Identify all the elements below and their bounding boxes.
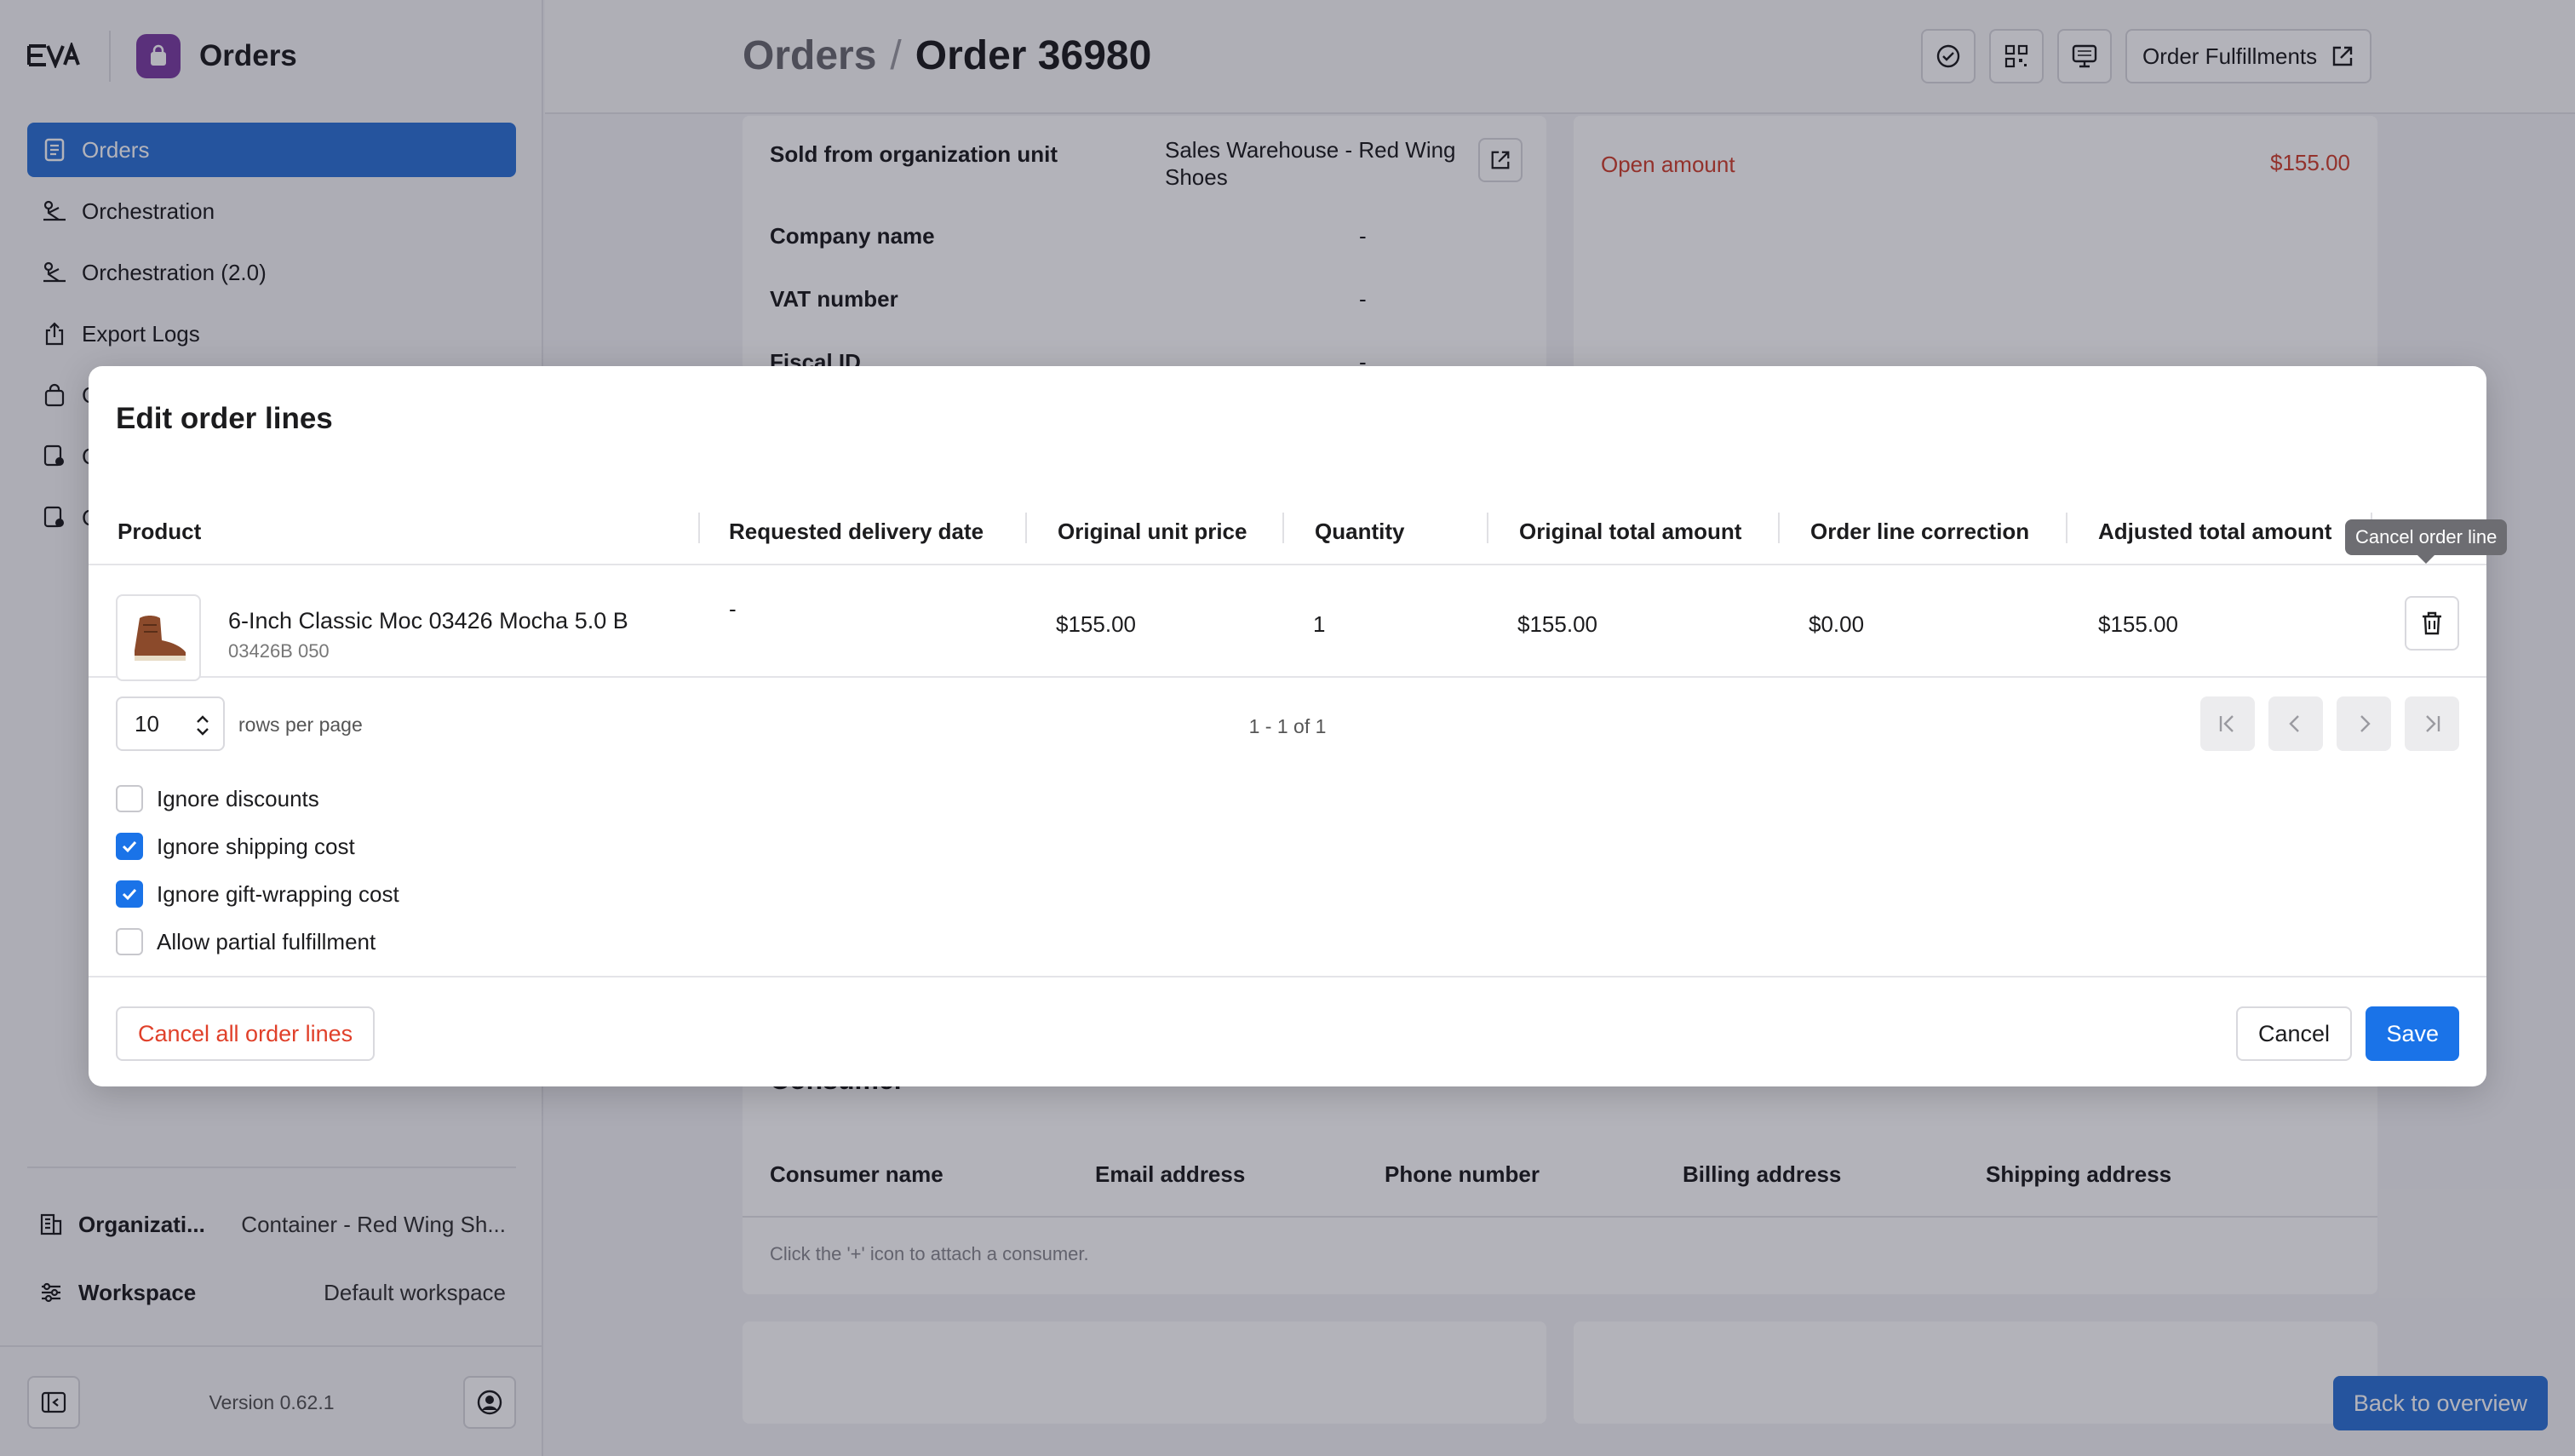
- column-separator: [2066, 513, 2067, 543]
- col-order-line-correction: Order line correction: [1810, 518, 2030, 544]
- ignore-shipping-cost-option[interactable]: Ignore shipping cost: [116, 823, 399, 870]
- boot-icon: [135, 616, 186, 661]
- allow-partial-fulfillment-checkbox[interactable]: [116, 928, 143, 955]
- table-row: 6-Inch Classic Moc 03426 Mocha 5.0 B 034…: [89, 567, 2486, 681]
- options-checkboxes: Ignore discounts Ignore shipping cost Ig…: [116, 775, 399, 966]
- original-unit-price: $155.00: [1056, 611, 1136, 637]
- order-lines-table-header: Product Requested delivery date Original…: [89, 497, 2486, 565]
- trash-icon: [2423, 611, 2441, 635]
- save-button[interactable]: Save: [2366, 1006, 2459, 1061]
- checkbox-label: Ignore shipping cost: [157, 833, 355, 859]
- adjusted-total-amount: $155.00: [2098, 611, 2178, 637]
- ignore-shipping-cost-checkbox[interactable]: [116, 833, 143, 860]
- original-total-amount: $155.00: [1517, 611, 1597, 637]
- column-separator: [1282, 513, 1284, 543]
- pagination-range: 1 - 1 of 1: [1248, 715, 1327, 737]
- quantity-value[interactable]: 1: [1313, 611, 1325, 638]
- col-original-total-amount: Original total amount: [1519, 518, 1742, 544]
- modal-title: Edit order lines: [116, 402, 333, 435]
- column-separator: [1487, 513, 1488, 543]
- col-product: Product: [118, 518, 202, 544]
- pagination: 10 rows per page 1 - 1 of 1: [89, 696, 2486, 758]
- product-sku: 03426B 050: [228, 640, 330, 662]
- chevron-left-icon: [2289, 715, 2299, 732]
- edit-order-lines-modal: Edit order lines Product Requested deliv…: [89, 366, 2508, 1086]
- ignore-discounts-option[interactable]: Ignore discounts: [116, 775, 399, 823]
- previous-page-button[interactable]: [2268, 696, 2323, 751]
- ignore-gift-wrapping-cost-checkbox[interactable]: [116, 880, 143, 908]
- col-quantity: Quantity: [1315, 518, 1405, 544]
- checkbox-label: Ignore gift-wrapping cost: [157, 880, 399, 907]
- first-page-icon: [2219, 715, 2234, 732]
- cancel-order-line-tooltip: Cancel order line: [2345, 519, 2508, 564]
- checkbox-label: Allow partial fulfillment: [157, 928, 376, 954]
- column-separator: [1025, 513, 1027, 543]
- column-separator: [698, 513, 700, 543]
- col-requested-delivery-date: Requested delivery date: [729, 518, 984, 544]
- product-name: 6-Inch Classic Moc 03426 Mocha 5.0 B: [228, 608, 628, 633]
- ignore-gift-wrapping-cost-option[interactable]: Ignore gift-wrapping cost: [116, 870, 399, 918]
- order-line-correction[interactable]: $0.00: [1809, 611, 1864, 638]
- checkbox-label: Ignore discounts: [157, 785, 319, 811]
- allow-partial-fulfillment-option[interactable]: Allow partial fulfillment: [116, 918, 399, 966]
- checkmark-icon: [122, 840, 137, 853]
- checkmark-icon: [122, 888, 137, 901]
- product-image[interactable]: [116, 594, 201, 681]
- cancel-button[interactable]: Cancel: [2235, 1006, 2352, 1061]
- next-page-button[interactable]: [2337, 696, 2391, 751]
- last-page-button[interactable]: [2405, 696, 2459, 751]
- col-original-unit-price: Original unit price: [1058, 518, 1247, 544]
- last-page-icon: [2426, 715, 2440, 732]
- first-page-button[interactable]: [2200, 696, 2255, 751]
- modal-footer: Cancel all order lines Cancel Save: [89, 976, 2486, 1086]
- col-adjusted-total-amount: Adjusted total amount: [2098, 518, 2332, 544]
- requested-delivery-date[interactable]: -: [729, 596, 737, 622]
- ignore-discounts-checkbox[interactable]: [116, 785, 143, 812]
- cancel-order-line-button[interactable]: [2405, 596, 2459, 651]
- cancel-all-order-lines-button[interactable]: Cancel all order lines: [116, 1006, 376, 1061]
- chevron-right-icon: [2360, 715, 2371, 732]
- column-separator: [1778, 513, 1780, 543]
